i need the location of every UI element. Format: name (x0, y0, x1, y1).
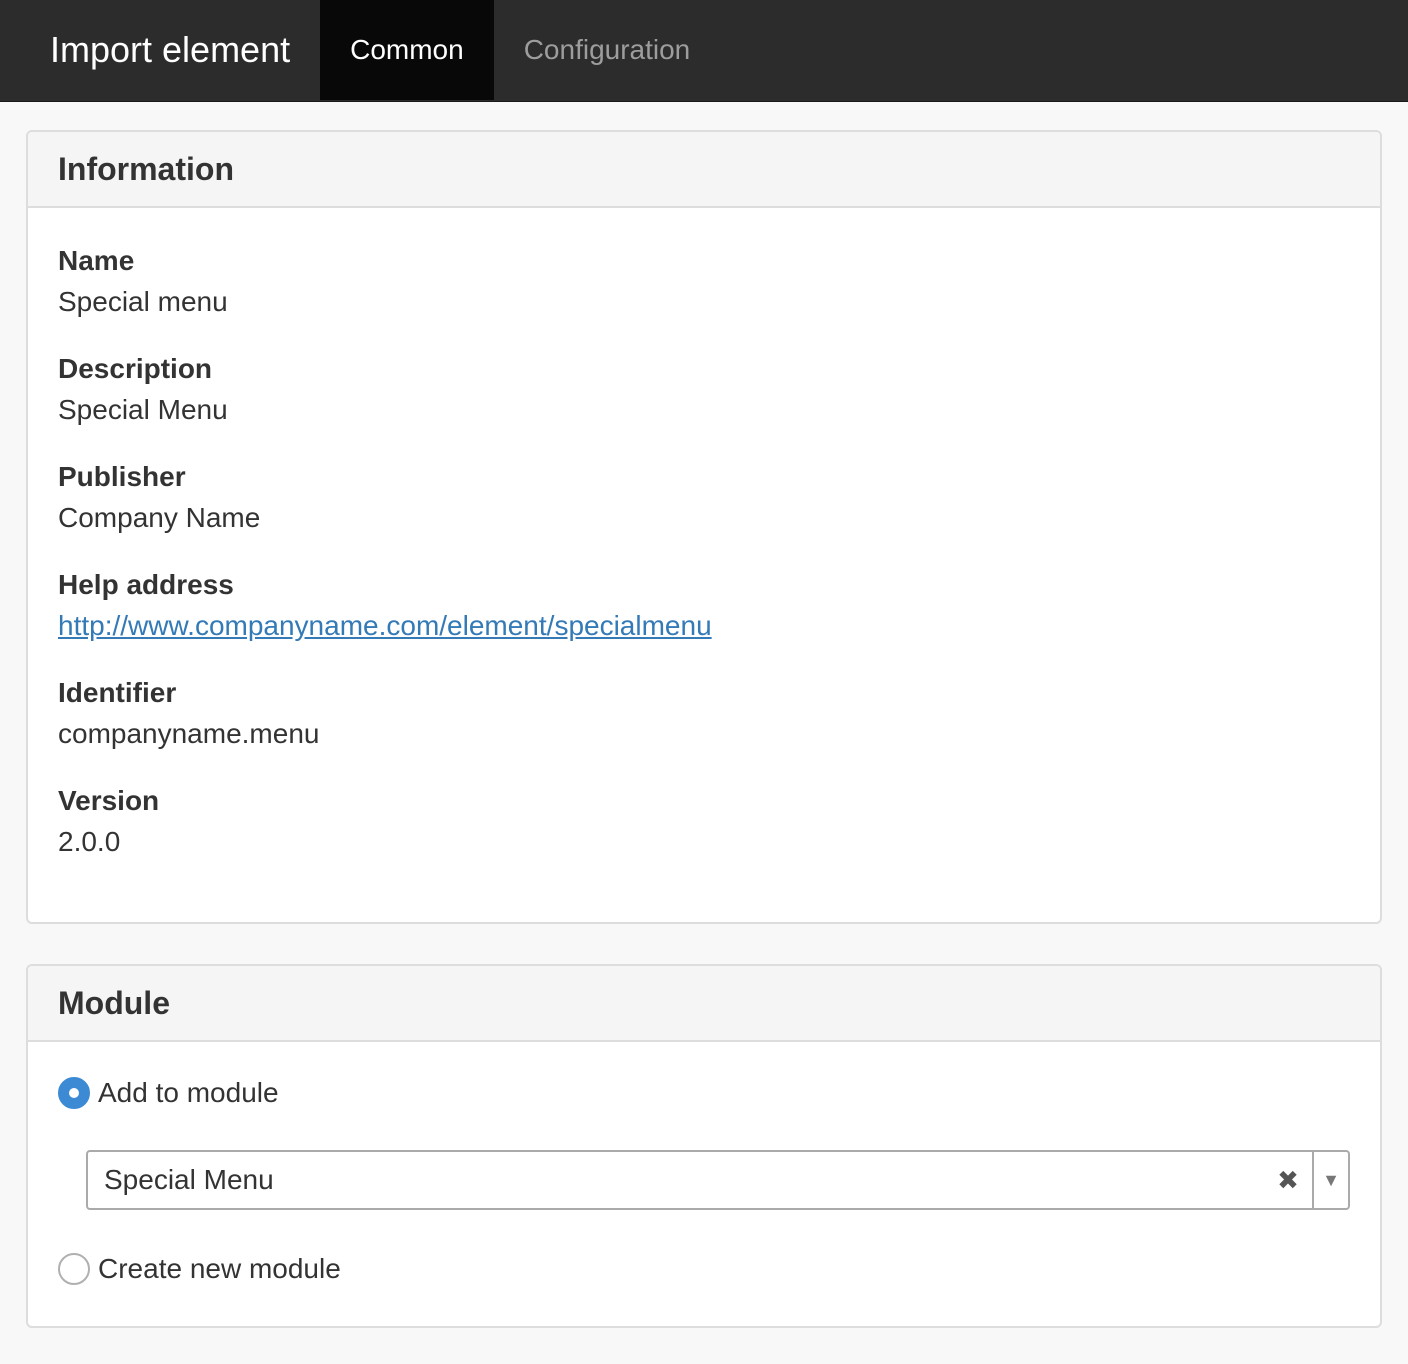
create-new-module-label: Create new module (98, 1253, 341, 1284)
field-label: Description (58, 353, 213, 384)
module-title: Module (58, 984, 170, 1021)
add-to-module-label: Add to module (98, 1077, 279, 1108)
field-value: Special menu (58, 286, 228, 317)
add-to-module-radio[interactable] (58, 1077, 90, 1109)
information-body: Name Special menu Description Special Me… (28, 208, 1380, 922)
create-new-module-radio[interactable] (58, 1253, 90, 1285)
main-content: Information Name Special menu Descriptio… (0, 102, 1408, 1328)
field-value: 2.0.0 (58, 826, 121, 857)
module-body: Add to module Special Menu ✖ ▼ Create ne… (28, 1042, 1380, 1326)
add-to-module-option[interactable]: Add to module (58, 1074, 1350, 1112)
triangle-down-icon[interactable]: ▼ (1312, 1152, 1348, 1208)
tab-configuration[interactable]: Configuration (494, 0, 721, 100)
tab-common[interactable]: Common (320, 0, 494, 100)
information-panel-heading: Information (28, 132, 1380, 208)
field-label: Help address (58, 569, 234, 600)
information-title: Information (58, 150, 234, 187)
module-panel: Module Add to module Special Menu ✖ ▼ Cr… (26, 964, 1382, 1328)
module-select-value: Special Menu (104, 1164, 274, 1195)
create-new-module-option[interactable]: Create new module (58, 1250, 1350, 1288)
field-description: Description Special Menu (58, 350, 1350, 432)
close-icon[interactable]: ✖ (1264, 1165, 1312, 1196)
field-label: Publisher (58, 461, 186, 492)
field-label: Version (58, 785, 160, 816)
field-value: companyname.menu (58, 718, 320, 749)
module-select[interactable]: Special Menu ✖ ▼ (86, 1150, 1350, 1210)
field-label: Name (58, 245, 135, 276)
module-panel-heading: Module (28, 966, 1380, 1042)
field-value: Company Name (58, 502, 261, 533)
top-navbar: Import element Common Configuration (0, 0, 1408, 102)
field-identifier: Identifier companyname.menu (58, 674, 1350, 756)
field-help-address: Help address http://www.companyname.com/… (58, 566, 1350, 648)
information-panel: Information Name Special menu Descriptio… (26, 130, 1382, 924)
help-address-link[interactable]: http://www.companyname.com/element/speci… (58, 610, 712, 641)
field-publisher: Publisher Company Name (58, 458, 1350, 540)
field-label: Identifier (58, 677, 177, 708)
app-title: Import element (50, 29, 291, 70)
field-value: Special Menu (58, 394, 228, 425)
field-name: Name Special menu (58, 242, 1350, 324)
field-version: Version 2.0.0 (58, 782, 1350, 864)
